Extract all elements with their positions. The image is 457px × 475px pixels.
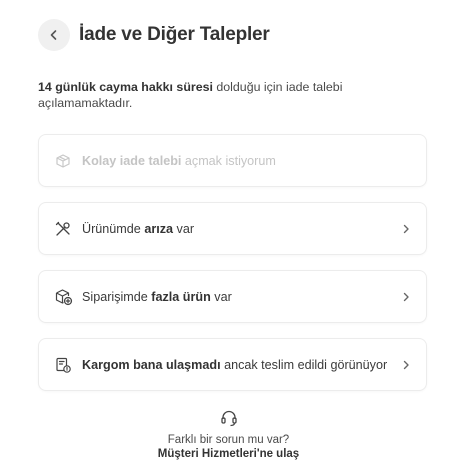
tools-icon [53,219,73,239]
option-label: Ürünümde arıza var [82,221,195,236]
chevron-right-icon [400,359,412,371]
back-button[interactable] [38,19,70,51]
help-question: Farklı bir sorun mu var? [167,434,290,446]
page-title: İade ve Diğer Talepler [79,24,270,45]
option-easy-return: Kolay iade talebi açmak istiyorum [38,134,427,187]
chevron-left-icon [48,29,60,41]
package-plus-icon [53,287,73,307]
box-return-icon [53,151,73,171]
option-label: Kargom bana ulaşmadı ancak teslim edildi… [82,357,388,372]
chevron-right-icon [400,291,412,303]
delivery-warning-icon [53,355,73,375]
option-extra-product[interactable]: Siparişimde fazla ürün var [38,270,427,323]
chevron-right-icon [400,223,412,235]
option-label: Siparişimde fazla ürün var [82,289,232,304]
notice-bold: 14 günlük cayma hakkı süresi [38,80,213,94]
option-delivery-not-received[interactable]: Kargom bana ulaşmadı ancak teslim edildi… [38,338,427,391]
option-label: Kolay iade talebi açmak istiyorum [82,153,276,168]
option-product-fault[interactable]: Ürünümde arıza var [38,202,427,255]
customer-service-link[interactable]: Müşteri Hizmetleri'ne ulaş [0,447,457,461]
help-footer: Farklı bir sorun mu var? Müşteri Hizmetl… [0,408,457,461]
notice-text: 14 günlük cayma hakkı süresi dolduğu içi… [38,79,408,111]
headset-icon [219,408,239,428]
page-header: İade ve Diğer Talepler [38,18,270,52]
